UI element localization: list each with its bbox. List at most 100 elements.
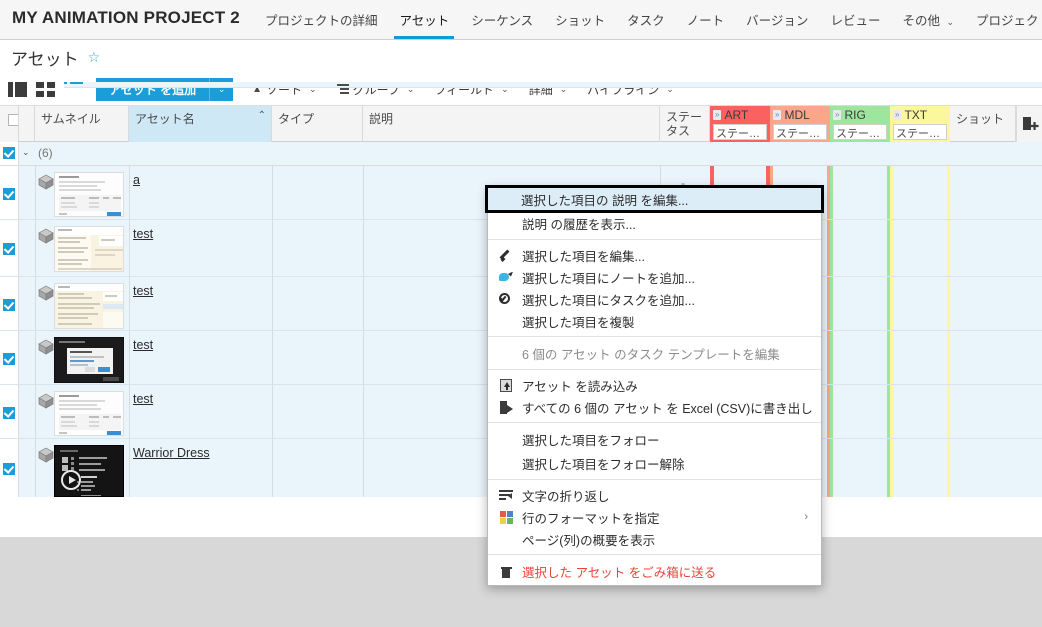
wrap-text-icon	[499, 488, 513, 502]
column-label: 説明	[369, 112, 394, 126]
nav-item-versions[interactable]: バージョン	[735, 13, 819, 40]
column-header-status[interactable]: ステー タス	[660, 106, 710, 142]
row-select-checkbox[interactable]	[3, 243, 15, 255]
select-all-header-cell[interactable]	[0, 106, 19, 142]
add-column-button[interactable]: ✚	[1016, 106, 1042, 142]
menu-item-page-column-summary[interactable]: ページ(列)の概要を表示	[488, 528, 821, 550]
row-select-checkbox[interactable]	[3, 353, 15, 365]
group-select-checkbox[interactable]	[3, 147, 15, 159]
asset-type-cube-icon	[38, 447, 54, 463]
row-select-checkbox[interactable]	[3, 188, 15, 200]
view-mode-grid-icon[interactable]	[36, 82, 55, 97]
row-gutter	[19, 439, 35, 497]
thumbnail-image[interactable]	[54, 172, 124, 217]
column-header-thumbnail[interactable]: サムネイル	[35, 106, 129, 142]
toolbar: アセット を追加 ⌄ ▲ ソート ⌄ グループ ⌄ フィールド ⌄ 詳細 ⌄ パ…	[0, 74, 1042, 106]
asset-name-link[interactable]: a	[133, 173, 140, 187]
menu-item-label: 選択した項目にタスクを追加...	[522, 293, 695, 308]
nav-item-reviews[interactable]: レビュー	[819, 14, 891, 40]
page-header: アセット ☆	[0, 40, 1042, 74]
row-gutter	[19, 166, 35, 219]
row-format-icon	[499, 510, 513, 524]
menu-separator	[488, 422, 821, 423]
asset-name-link[interactable]: test	[133, 338, 153, 352]
menu-item-move-to-trash[interactable]: 選択した アセット をごみ箱に送る	[488, 559, 821, 583]
select-all-checkbox[interactable]	[8, 114, 18, 126]
menu-item-edit-task-templates[interactable]: 6 個の アセット のタスク テンプレートを編集	[488, 341, 821, 365]
menu-item-follow-selected[interactable]: 選択した項目をフォロー	[488, 427, 821, 451]
menu-item-add-note[interactable]: 選択した項目にノートを追加...	[488, 266, 821, 288]
group-icon	[336, 84, 349, 95]
pipeline-column-txt[interactable]: » TXT ステー…	[890, 106, 950, 142]
asset-type-cube-icon	[38, 393, 54, 409]
thumbnail-image[interactable]	[54, 226, 124, 272]
favorite-star-icon[interactable]: ☆	[88, 49, 101, 66]
menu-item-import-assets[interactable]: アセット を読み込み	[488, 374, 821, 396]
column-label: アセット名	[135, 112, 195, 126]
menu-item-label: 選択した アセット をごみ箱に送る	[522, 565, 717, 580]
thumbnail-image[interactable]	[54, 445, 124, 497]
nav-item-notes[interactable]: ノート	[676, 14, 736, 40]
column-header-type[interactable]: タイプ	[272, 106, 363, 142]
row-checkbox-cell	[0, 439, 19, 497]
asset-name-link[interactable]: test	[133, 392, 153, 406]
pipeline-expand-icon[interactable]: »	[833, 109, 842, 120]
menu-item-unfollow-selected[interactable]: 選択した項目をフォロー解除	[488, 451, 821, 475]
nav-item-tasks[interactable]: タスク	[616, 14, 676, 40]
nav-item-sequences[interactable]: シーケンス	[460, 14, 544, 40]
asset-type-cube-icon	[38, 285, 54, 301]
pipeline-column-mdl[interactable]: » MDL ステー…	[770, 106, 830, 142]
pipeline-subfield: ステー…	[773, 124, 827, 140]
sort-ascending-icon: ⌃	[257, 110, 266, 121]
asset-name-link[interactable]: test	[133, 227, 153, 241]
pipeline-column-rig[interactable]: » RIG ステー…	[830, 106, 890, 142]
menu-item-duplicate-selected[interactable]: 選択した項目を複製	[488, 310, 821, 332]
menu-item-label: 行のフォーマットを指定	[522, 511, 660, 526]
view-mode-list-icon[interactable]	[64, 82, 1042, 97]
pipeline-column-art[interactable]: » ART ステー…	[710, 106, 770, 142]
view-mode-columns-icon[interactable]	[8, 82, 27, 97]
pipeline-name: RIG	[844, 107, 866, 122]
column-label-line2: タス	[666, 124, 691, 138]
asset-name-link[interactable]: Warrior Dress	[133, 446, 210, 460]
thumbnail-image[interactable]	[54, 391, 124, 436]
menu-item-description-history[interactable]: 説明 の履歴を表示...	[488, 211, 821, 235]
pipeline-header-top: » MDL	[773, 107, 827, 122]
pipeline-expand-icon[interactable]: »	[893, 109, 902, 120]
pipeline-expand-icon[interactable]: »	[773, 109, 782, 120]
thumbnail-image[interactable]	[54, 337, 124, 383]
add-column-icon: ✚	[1023, 116, 1039, 132]
menu-item-export-csv[interactable]: すべての 6 個の アセット を Excel (CSV)に書き出し	[488, 396, 821, 418]
column-header-description[interactable]: 説明	[363, 106, 660, 142]
nav-item-assets[interactable]: アセット	[388, 14, 460, 40]
pipeline-expand-icon[interactable]: »	[713, 109, 722, 120]
menu-item-row-format[interactable]: 行のフォーマットを指定 ›	[488, 506, 821, 528]
menu-item-edit-selected[interactable]: 選択した項目を編集...	[488, 244, 821, 266]
thumbnail-image[interactable]	[54, 283, 124, 329]
nav-item-project-pages[interactable]: プロジェクト ページ ⌄	[965, 14, 1042, 40]
column-label: タイプ	[278, 112, 315, 126]
nav-label: バージョン	[746, 13, 809, 28]
row-select-checkbox[interactable]	[3, 407, 15, 419]
row-checkbox-cell	[0, 166, 19, 219]
pipeline-header-top: » TXT	[893, 107, 947, 122]
pipeline-name: TXT	[904, 107, 928, 122]
menu-item-edit-description[interactable]: 選択した項目の 説明 を編集...	[485, 185, 824, 213]
nav-item-project-details[interactable]: プロジェクトの詳細	[254, 13, 389, 40]
chevron-down-icon: ⌄	[946, 16, 954, 27]
menu-item-add-task[interactable]: 選択した項目にタスクを追加...	[488, 288, 821, 310]
nav-label: プロジェクトの詳細	[264, 13, 378, 28]
pipeline-name: MDL	[784, 107, 810, 122]
asset-type-cube-icon	[38, 174, 54, 190]
group-collapse-icon[interactable]: ⌄	[22, 147, 30, 158]
column-header-asset-name[interactable]: アセット名 ⌃	[129, 106, 272, 142]
asset-name-link[interactable]: test	[133, 284, 153, 298]
column-header-shots[interactable]: ショット	[950, 106, 1016, 142]
menu-item-label: アセット を読み込み	[522, 379, 638, 394]
menu-item-wrap-text[interactable]: 文字の折り返し	[488, 484, 821, 506]
menu-item-label: 選択した項目を編集...	[522, 249, 645, 264]
nav-item-shots[interactable]: ショット	[544, 14, 616, 40]
row-select-checkbox[interactable]	[3, 299, 15, 311]
nav-item-more[interactable]: その他 ⌄	[891, 14, 965, 40]
row-select-checkbox[interactable]	[3, 463, 15, 475]
